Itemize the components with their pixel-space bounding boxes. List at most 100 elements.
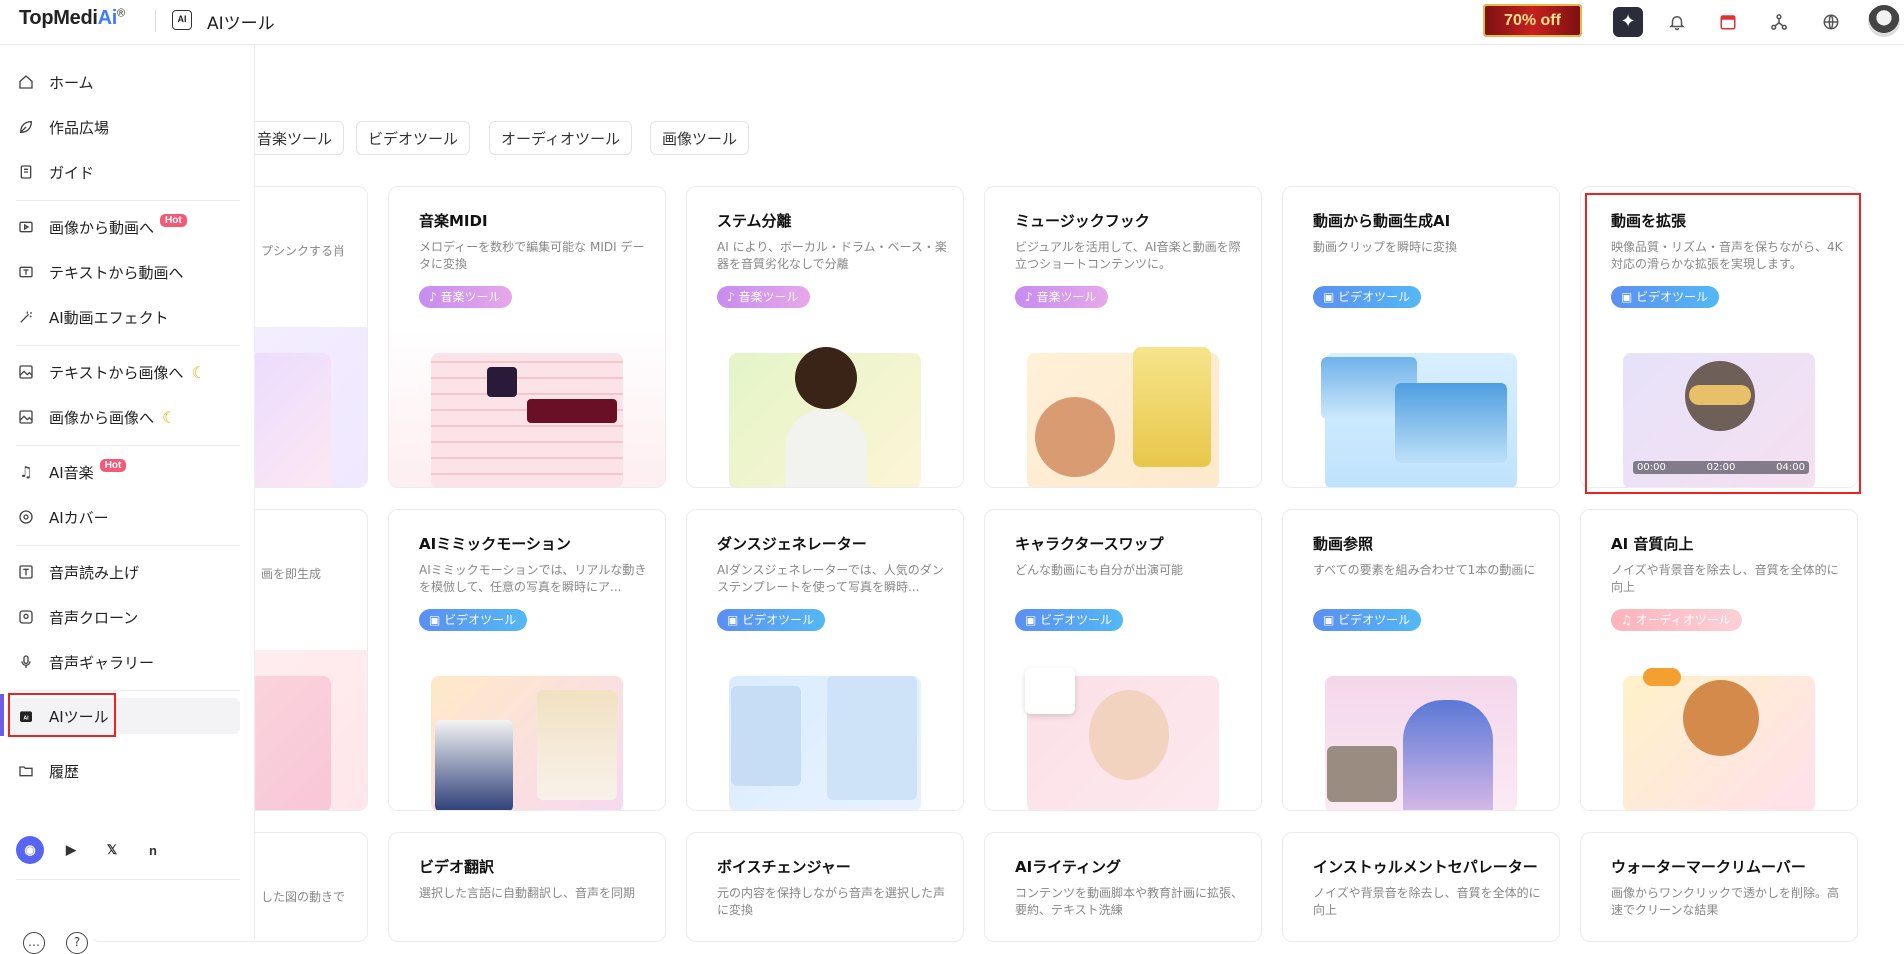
- hot-badge: Hot: [160, 213, 187, 227]
- sidebar-item-image-to-image[interactable]: 画像から画像へ ☾: [16, 399, 240, 435]
- guide-icon: [16, 162, 36, 182]
- sidebar-item-text-to-image[interactable]: テキストから画像へ ☾: [16, 354, 240, 390]
- sidebar-item-image-to-video[interactable]: 画像から動画へ Hot: [16, 209, 240, 245]
- card-description: メロディーを数秒で編集可能な MIDI データに変換: [419, 240, 645, 271]
- card-title: ダンスジェネレーター: [717, 535, 867, 553]
- tool-card-character-swap[interactable]: キャラクタースワップ どんな動画にも自分が出演可能 ▣ ビデオツール: [984, 509, 1262, 811]
- tts-icon: [16, 562, 36, 582]
- avatar[interactable]: [1868, 5, 1900, 37]
- tool-card-video-translate[interactable]: ビデオ翻訳 選択した言語に自動翻訳し、音声を同期: [388, 832, 666, 942]
- card-title: 音楽MIDI: [419, 212, 488, 230]
- globe-icon[interactable]: [1816, 7, 1846, 37]
- sidebar-item-tts[interactable]: 音声読み上げ: [16, 554, 240, 590]
- divider: [16, 545, 240, 546]
- uncle-sam-photo: [435, 720, 513, 810]
- sidebar-item-label: AI音楽: [49, 463, 94, 482]
- card-thumbnail: [985, 650, 1261, 810]
- sidebar-item-text-to-video[interactable]: テキストから動画へ: [16, 254, 240, 290]
- card-description: AIダンスジェネレーターでは、人気のダンステンプレートを使って写真を瞬時...: [717, 563, 944, 594]
- sidebar-item-label: 音声読み上げ: [49, 563, 140, 582]
- discord-icon[interactable]: ◉: [16, 836, 44, 864]
- top-bar: TopMediAi® AI AIツール 70% off ✦: [0, 0, 1904, 45]
- chat-icon[interactable]: …: [23, 932, 45, 954]
- tool-card-mimic-motion[interactable]: AIミミックモーション AIミミックモーションでは、リアルな動きを模倣して、任意…: [388, 509, 666, 811]
- sidebar-item-label: テキストから動画へ: [49, 263, 184, 282]
- card-description: 動画クリップを瞬時に変換: [1313, 240, 1458, 254]
- banana-icon: ☾: [191, 362, 206, 382]
- x-icon[interactable]: 𝕏: [98, 836, 126, 864]
- tool-card-instrument-separator[interactable]: インストゥルメントセパレーター ノイズや背景音を除去し、音質を全体的に向上: [1282, 832, 1560, 942]
- sidebar-item-gallery[interactable]: 作品広場: [16, 109, 240, 145]
- active-indicator: [0, 694, 4, 736]
- tool-card-dance-generator[interactable]: ダンスジェネレーター AIダンスジェネレーターでは、人気のダンステンプレートを使…: [686, 509, 964, 811]
- banana-icon: ☾: [162, 407, 177, 427]
- tool-card-watermark-remover[interactable]: ウォーターマークリムーバー 画像からワンクリックで透かしを削除。高速でクリーンな…: [1580, 832, 1858, 942]
- card-thumbnail: [1283, 327, 1559, 487]
- calendar-icon[interactable]: [1713, 7, 1743, 37]
- card-description: 選択した言語に自動翻訳し、音声を同期: [419, 886, 636, 900]
- card-tag: ♪ 音楽ツール: [717, 286, 810, 308]
- voice-clone-icon: [16, 607, 36, 627]
- sidebar: ホーム 作品広場 ガイド 画像から動画へ Hot テキストから動画へ AI動画エ…: [0, 45, 255, 954]
- sidebar-item-ai-video-effect[interactable]: AI動画エフェクト: [16, 299, 240, 335]
- singer-photo: [795, 347, 857, 409]
- card-title: ミュージックフック: [1015, 212, 1150, 230]
- card-title: AI 音質向上: [1611, 535, 1694, 553]
- card-description: AIミミックモーションでは、リアルな動きを模倣して、任意の写真を瞬時にア...: [419, 563, 647, 594]
- tab-video-tools[interactable]: ビデオツール: [356, 121, 471, 155]
- promo-banner[interactable]: 70% off: [1483, 4, 1582, 37]
- tool-card-music-midi[interactable]: 音楽MIDI メロディーを数秒で編集可能な MIDI データに変換 ♪ 音楽ツー…: [388, 186, 666, 488]
- sparkle-icon[interactable]: ✦: [1613, 7, 1643, 37]
- leaf-icon: [16, 117, 36, 137]
- sidebar-item-label: AIカバー: [49, 508, 109, 527]
- sidebar-item-ai-cover[interactable]: AIカバー: [16, 499, 240, 535]
- tool-card-video-reference[interactable]: 動画参照 すべての要素を組み合わせて1本の動画に ▣ ビデオツール: [1282, 509, 1560, 811]
- card-title: 動画から動画生成AI: [1313, 212, 1451, 230]
- card-thumbnail: [389, 327, 665, 487]
- card-tag: ▣ ビデオツール: [1015, 609, 1124, 631]
- sidebar-item-label: 画像から画像へ: [49, 408, 155, 427]
- card-title: 動画参照: [1313, 535, 1374, 553]
- divider: [16, 445, 240, 446]
- app-logo[interactable]: TopMediAi®: [19, 7, 125, 30]
- sidebar-item-ai-music[interactable]: ♫ AI音楽 Hot: [16, 454, 240, 490]
- sidebar-item-label: AI動画エフェクト: [49, 308, 169, 327]
- card-thumbnail: [687, 327, 963, 487]
- dancer-photo: [827, 676, 917, 800]
- tool-card-voice-changer[interactable]: ボイスチェンジャー 元の内容を保持しながら音声を選択した声に変換: [686, 832, 964, 942]
- portrait-image: [487, 367, 517, 397]
- card-description: ノイズや背景音を除去し、音質を全体的に向上: [1611, 563, 1839, 594]
- sidebar-item-guide[interactable]: ガイド: [16, 154, 240, 190]
- sidebar-item-voice-clone[interactable]: 音声クローン: [16, 599, 240, 635]
- tool-card-music-hook[interactable]: ミュージックフック ビジュアルを活用して、AI音楽と動画を際立つショートコンテン…: [984, 186, 1262, 488]
- tab-audio-tools[interactable]: オーディオツール: [489, 121, 632, 155]
- tool-card-audio-enhance[interactable]: AI 音質向上 ノイズや背景音を除去し、音質を全体的に向上 ♫ オーディオツール: [1580, 509, 1858, 811]
- selection-highlight: [1585, 193, 1861, 494]
- card-tag: ▣ ビデオツール: [419, 609, 528, 631]
- video-frame: [1395, 383, 1507, 463]
- card-description: した図の動きで: [261, 890, 346, 904]
- image-image-icon: [16, 407, 36, 427]
- tool-card-video-to-video[interactable]: 動画から動画生成AI 動画クリップを瞬時に変換 ▣ ビデオツール: [1282, 186, 1560, 488]
- card-tag: ♪ 音楽ツール: [1015, 286, 1108, 308]
- tool-card-stem-separation[interactable]: ステム分離 AI により、ボーカル・ドラム・ベース・楽器を音質劣化なしで分離 ♪…: [686, 186, 964, 488]
- note-icon[interactable]: n: [139, 836, 167, 864]
- card-tag: ♪ 音楽ツール: [419, 286, 512, 308]
- help-icon[interactable]: ?: [66, 932, 88, 954]
- youtube-icon[interactable]: ▶: [57, 836, 85, 864]
- bell-icon[interactable]: [1662, 7, 1692, 37]
- waveform: [527, 399, 617, 423]
- sidebar-item-home[interactable]: ホーム: [16, 64, 240, 100]
- music-note-icon: ♫: [19, 463, 33, 481]
- headphone-photo: [1683, 680, 1759, 756]
- card-title: AIライティング: [1015, 858, 1121, 876]
- man-photo: [1025, 668, 1075, 714]
- sidebar-item-voice-gallery[interactable]: 音声ギャラリー: [16, 644, 240, 680]
- tool-card-ai-writing[interactable]: AIライティング コンテンツを動画脚本や教育計画に拡張、要約、テキスト洗練: [984, 832, 1262, 942]
- card-description: プシンクする肖: [261, 244, 346, 258]
- share-icon[interactable]: [1764, 7, 1794, 37]
- sidebar-item-history[interactable]: 履歴: [16, 753, 240, 789]
- card-thumbnail: [389, 650, 665, 810]
- tab-image-tools[interactable]: 画像ツール: [650, 121, 750, 155]
- carriage-image: [1327, 746, 1397, 802]
